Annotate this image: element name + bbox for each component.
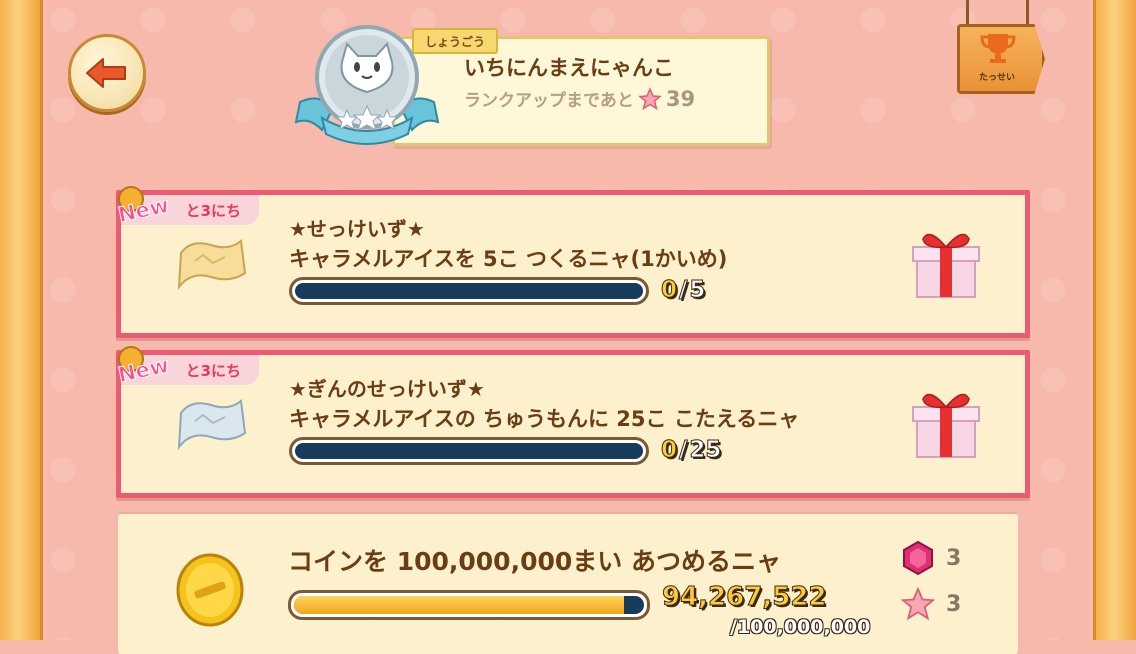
coin-progress-bar [288,590,650,620]
reward-gem-count: 3 [946,545,962,571]
coin-current: 94,267,522 [661,582,827,613]
mission-progress-text: 0 / 5 [660,277,706,304]
progress-slash: / [678,277,688,304]
days-left-text: と3にち [185,201,241,220]
mission-progress-bar [289,437,649,465]
frame-left [0,0,43,640]
progress-goal: 5 [689,277,706,304]
reward-gem: 3 [900,540,961,576]
rank-header: しょうごう いちにんまえにゃんこ ランクアップまであと 39 [292,22,777,147]
achievements-button[interactable] [957,24,1045,94]
progress-slash: / [678,437,688,464]
cat-medal-icon [294,25,440,145]
sign-rope [1026,0,1029,28]
mission-card: と3にち New ★ぎんのせっけいず★ キャラメルアイスの ちゅうもんに 25こ… [115,346,1030,498]
coin-mission-card: コインを 100,000,000まい あつめるニャ 94,267,522 /10… [118,514,1018,654]
new-badge-icon: New [115,346,172,385]
rank-sub-label: ランクアップまであと [464,91,634,111]
new-badge-icon: New [115,186,172,225]
coin-icon [176,553,244,627]
gift-icon[interactable] [909,385,983,461]
back-arrow-icon [86,58,126,88]
mission-progress-bar [289,277,649,305]
mission-description: キャラメルアイスの ちゅうもんに 25こ こたえるニャ [289,407,800,431]
silver-scroll-icon [177,399,247,451]
gift-icon[interactable] [909,225,983,301]
progress-current: 0 [660,277,678,304]
gem-icon [903,540,933,576]
mission-title: ★ぎんのせっけいず★ [289,377,485,401]
achievements-label: たっせい [978,73,1015,83]
progress-current: 0 [660,437,678,464]
mission-progress-text: 0 / 25 [660,437,722,464]
star-icon [900,586,936,621]
coin-progress-fill [294,596,625,614]
days-left-text: と3にち [185,361,241,380]
trophy-icon [980,34,1016,63]
rank-progress: ランクアップまであと 39 [464,86,696,112]
reward-star-count: 3 [946,591,962,617]
mission-description: キャラメルアイスを 5こ つくるニャ(1かいめ) [289,247,728,271]
frame-right [1093,0,1136,640]
rank-title: いちにんまえにゃんこ [464,56,674,80]
reward-star: 3 [900,586,961,622]
mission-card: と3にち New ★せっけいず★ キャラメルアイスを 5こ つくるニャ(1かいめ… [115,186,1030,338]
back-button[interactable] [68,34,146,112]
star-icon [637,86,662,110]
gold-scroll-icon [177,239,247,291]
sign-rope [966,0,969,28]
progress-goal: 25 [689,437,722,464]
rank-remaining: 39 [665,86,696,111]
coin-goal: /100,000,000 [730,616,871,638]
coin-mission-description: コインを 100,000,000まい あつめるニャ [288,547,781,576]
mission-title: ★せっけいず★ [289,217,425,241]
